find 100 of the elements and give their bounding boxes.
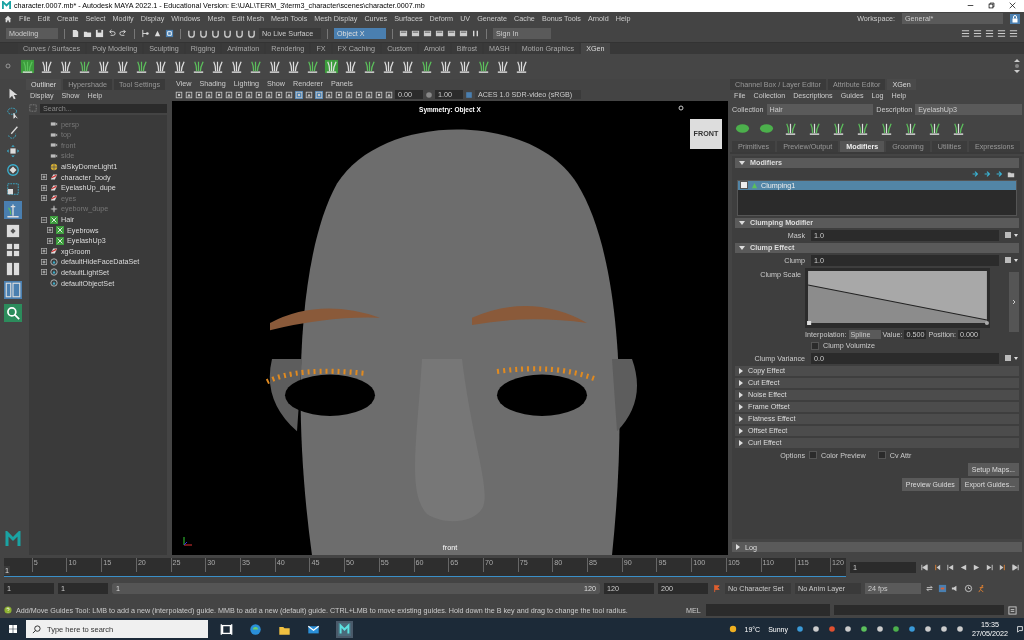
step-forward-icon[interactable] bbox=[985, 562, 994, 572]
color-management-icon[interactable] bbox=[465, 90, 473, 99]
view-toggle-icon[interactable] bbox=[215, 90, 223, 99]
select-hierarchy-icon[interactable] bbox=[141, 29, 150, 39]
view-toggle-icon[interactable] bbox=[385, 90, 393, 99]
view-toggle-icon[interactable] bbox=[355, 90, 363, 99]
step-back-key-icon[interactable] bbox=[933, 562, 942, 572]
outliner-layout-icon[interactable] bbox=[4, 280, 22, 299]
windows-start-icon[interactable] bbox=[8, 624, 18, 634]
view-toggle-icon[interactable] bbox=[325, 90, 333, 99]
checkbox[interactable] bbox=[809, 451, 817, 460]
four-pane-icon[interactable] bbox=[6, 242, 20, 257]
gamma-icon[interactable] bbox=[425, 90, 433, 99]
loop-icon[interactable] bbox=[925, 583, 934, 593]
view-toggle-icon[interactable] bbox=[375, 90, 383, 99]
arrow-icon[interactable] bbox=[971, 169, 979, 178]
layout-icon[interactable] bbox=[961, 29, 970, 39]
checkbox[interactable] bbox=[811, 341, 819, 350]
move-icon[interactable] bbox=[6, 143, 20, 158]
task-view-icon[interactable] bbox=[220, 622, 233, 636]
play-backward-icon[interactable] bbox=[959, 562, 968, 572]
undo-icon[interactable] bbox=[107, 29, 116, 39]
scale-icon[interactable] bbox=[6, 181, 20, 196]
arrow-icon[interactable] bbox=[995, 169, 1003, 178]
redo-icon[interactable] bbox=[119, 29, 128, 39]
render-icon[interactable] bbox=[447, 29, 456, 39]
view-toggle-icon[interactable] bbox=[365, 90, 373, 99]
expand-toggle-icon[interactable] bbox=[47, 237, 53, 244]
render-icon[interactable] bbox=[399, 29, 408, 39]
open-folder-icon[interactable] bbox=[83, 29, 92, 39]
render-icon[interactable] bbox=[411, 29, 420, 39]
view-toggle-icon[interactable] bbox=[235, 90, 243, 99]
view-toggle-icon[interactable] bbox=[175, 90, 183, 99]
arrow-icon[interactable] bbox=[983, 169, 991, 178]
script-editor-icon[interactable] bbox=[1008, 605, 1017, 615]
notification-icon[interactable] bbox=[1016, 625, 1024, 633]
two-pane-icon[interactable] bbox=[6, 261, 20, 276]
home-icon[interactable] bbox=[4, 14, 12, 23]
view-toggle-icon[interactable] bbox=[245, 90, 253, 99]
view-toggle-icon[interactable] bbox=[315, 90, 323, 99]
checkbox[interactable] bbox=[740, 181, 748, 190]
view-toggle-icon[interactable] bbox=[285, 90, 293, 99]
render-icon[interactable] bbox=[423, 29, 432, 39]
paint-brush-icon[interactable] bbox=[6, 124, 20, 139]
maya-app-icon[interactable] bbox=[336, 620, 353, 638]
new-file-icon[interactable] bbox=[71, 29, 80, 39]
play-icon[interactable] bbox=[972, 562, 981, 572]
view-toggle-icon[interactable] bbox=[255, 90, 263, 99]
lasso-icon[interactable] bbox=[6, 105, 20, 120]
layout-icon[interactable] bbox=[997, 29, 1006, 39]
layout-icon[interactable] bbox=[985, 29, 994, 39]
save-icon[interactable] bbox=[95, 29, 104, 39]
expand-toggle-icon[interactable] bbox=[47, 227, 53, 234]
map-menu-icon[interactable] bbox=[1005, 354, 1019, 363]
browser-icon[interactable] bbox=[249, 622, 262, 636]
restore-icon[interactable] bbox=[988, 2, 995, 10]
view-toggle-icon[interactable] bbox=[305, 90, 313, 99]
expand-toggle-icon[interactable] bbox=[41, 269, 47, 276]
search-icon[interactable] bbox=[4, 303, 22, 322]
close-icon[interactable] bbox=[1009, 2, 1016, 10]
skip-to-end-icon[interactable] bbox=[1011, 562, 1020, 572]
layout-icon[interactable] bbox=[973, 29, 982, 39]
scroll-arrows-icon[interactable] bbox=[1014, 58, 1020, 75]
view-toggle-icon[interactable] bbox=[205, 90, 213, 99]
layout-icon[interactable] bbox=[1009, 29, 1018, 39]
step-back-icon[interactable] bbox=[946, 562, 955, 572]
view-toggle-icon[interactable] bbox=[265, 90, 273, 99]
expand-toggle-icon[interactable] bbox=[41, 258, 47, 265]
clock-icon[interactable] bbox=[964, 583, 973, 593]
checkbox[interactable] bbox=[877, 451, 886, 460]
lock-icon[interactable] bbox=[1010, 13, 1020, 24]
expand-toggle-icon[interactable] bbox=[41, 184, 47, 191]
expand-toggle-icon[interactable] bbox=[41, 174, 47, 181]
gear-icon[interactable] bbox=[4, 62, 12, 71]
key-icon[interactable] bbox=[712, 583, 721, 593]
expand-toggle-icon[interactable] bbox=[41, 248, 47, 255]
auto-key-icon[interactable] bbox=[938, 583, 947, 593]
view-toggle-icon[interactable] bbox=[185, 90, 193, 99]
expand-toggle-icon[interactable] bbox=[41, 216, 47, 223]
view-toggle-icon[interactable] bbox=[195, 90, 203, 99]
map-menu-icon[interactable] bbox=[1005, 231, 1019, 240]
pause-icon[interactable] bbox=[471, 29, 480, 39]
rotate-icon[interactable] bbox=[6, 162, 20, 177]
map-menu-icon[interactable] bbox=[1005, 256, 1019, 265]
single-pane-icon[interactable] bbox=[6, 223, 20, 238]
ramp-curve-graph[interactable] bbox=[805, 267, 990, 328]
view-toggle-icon[interactable] bbox=[345, 90, 353, 99]
view-toggle-icon[interactable] bbox=[275, 90, 283, 99]
select-object-icon[interactable] bbox=[153, 29, 162, 39]
view-toggle-icon[interactable] bbox=[335, 90, 343, 99]
view-toggle-icon[interactable] bbox=[225, 90, 233, 99]
expand-toggle-icon[interactable] bbox=[41, 195, 47, 202]
folder-icon[interactable] bbox=[1007, 169, 1015, 178]
command-field[interactable] bbox=[706, 604, 830, 617]
sun-icon[interactable] bbox=[728, 625, 737, 633]
select-component-icon[interactable] bbox=[165, 29, 174, 39]
view-toggle-icon[interactable] bbox=[295, 90, 303, 99]
render-icon[interactable] bbox=[435, 29, 444, 39]
step-forward-key-icon[interactable] bbox=[998, 562, 1007, 572]
running-figure-icon[interactable] bbox=[977, 583, 986, 593]
